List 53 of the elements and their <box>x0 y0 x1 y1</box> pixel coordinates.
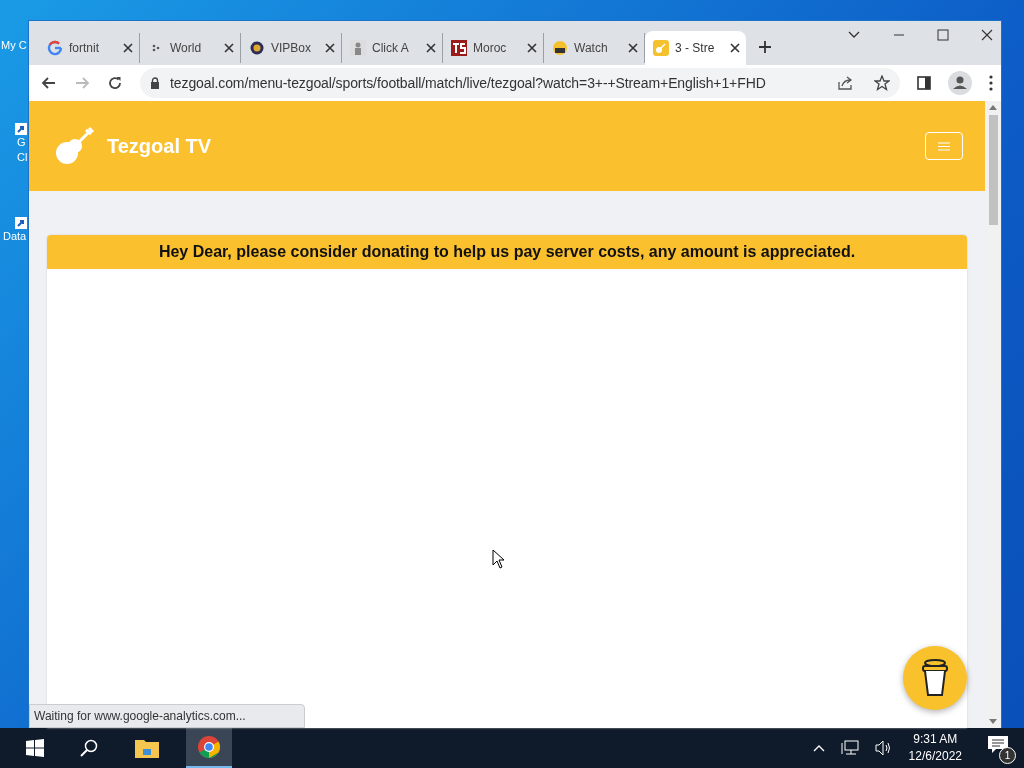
browser-tab[interactable]: 3 - Stre <box>645 31 746 65</box>
close-icon[interactable] <box>224 43 234 53</box>
google-icon <box>47 40 63 56</box>
browser-tab[interactable]: World <box>140 33 241 63</box>
taskbar-app[interactable] <box>186 728 232 768</box>
shortcut-arrow-icon[interactable] <box>15 217 27 229</box>
scroll-down-icon[interactable] <box>989 719 997 724</box>
shortcut-arrow-icon[interactable] <box>15 123 27 135</box>
close-icon[interactable] <box>628 43 638 53</box>
maximize-icon[interactable] <box>937 29 949 41</box>
menu-icon <box>938 141 950 151</box>
volume-icon[interactable] <box>874 740 893 756</box>
star-icon[interactable] <box>874 75 890 91</box>
folder-icon <box>135 738 159 758</box>
search-icon[interactable] <box>80 739 98 757</box>
scrollbar-thumb[interactable] <box>988 115 998 225</box>
chevron-up-icon[interactable] <box>812 744 825 752</box>
mouse-cursor-icon <box>492 549 505 569</box>
back-icon[interactable] <box>41 75 57 91</box>
reload-icon[interactable] <box>107 75 123 91</box>
side-panel-icon[interactable] <box>917 76 931 90</box>
new-tab-icon[interactable] <box>758 40 772 54</box>
clock-date[interactable]: 12/6/2022 <box>908 748 962 765</box>
close-icon[interactable] <box>123 43 133 53</box>
browser-tab[interactable]: VIPBox <box>241 33 342 63</box>
network-icon[interactable] <box>840 740 859 756</box>
close-icon[interactable] <box>426 43 436 53</box>
browser-tab[interactable]: fortnit <box>39 33 140 63</box>
browser-tab[interactable]: Watch <box>544 33 645 63</box>
close-icon[interactable] <box>730 43 740 53</box>
lock-icon <box>150 77 160 89</box>
close-icon[interactable] <box>325 43 335 53</box>
chrome-icon <box>197 735 221 759</box>
browser-tab[interactable]: Click A <box>342 33 443 63</box>
profile-icon[interactable] <box>948 71 972 95</box>
address-bar[interactable]: tezgoal.com/menu-tezgoal/sports/football/match/live/tezgoal?watch=3+-+Stream+English+1+FHD <box>140 68 900 98</box>
coffee-cup-icon <box>920 658 950 698</box>
scroll-up-icon[interactable] <box>989 105 997 110</box>
desktop-icon-label[interactable]: Data <box>3 229 27 244</box>
close-icon[interactable] <box>527 43 537 53</box>
ts-logo-icon <box>451 40 467 56</box>
menu-icon[interactable] <box>989 75 993 91</box>
status-bubble: Waiting for www.google-analytics.com... <box>29 704 305 728</box>
donation-banner: Hey Dear, please consider donating to help us pay server costs, any amount is appreciated. <box>47 235 967 269</box>
close-icon[interactable] <box>981 29 993 41</box>
tab-search-icon[interactable] <box>847 30 861 40</box>
person-icon <box>350 40 366 56</box>
windows-start-icon[interactable] <box>26 739 44 757</box>
share-icon[interactable] <box>838 76 854 90</box>
guitar-icon <box>653 40 669 56</box>
clock-time[interactable]: 9:31 AM <box>913 731 958 748</box>
notification-badge: 1 <box>999 747 1016 764</box>
browser-tab[interactable]: Moroc <box>443 33 544 63</box>
